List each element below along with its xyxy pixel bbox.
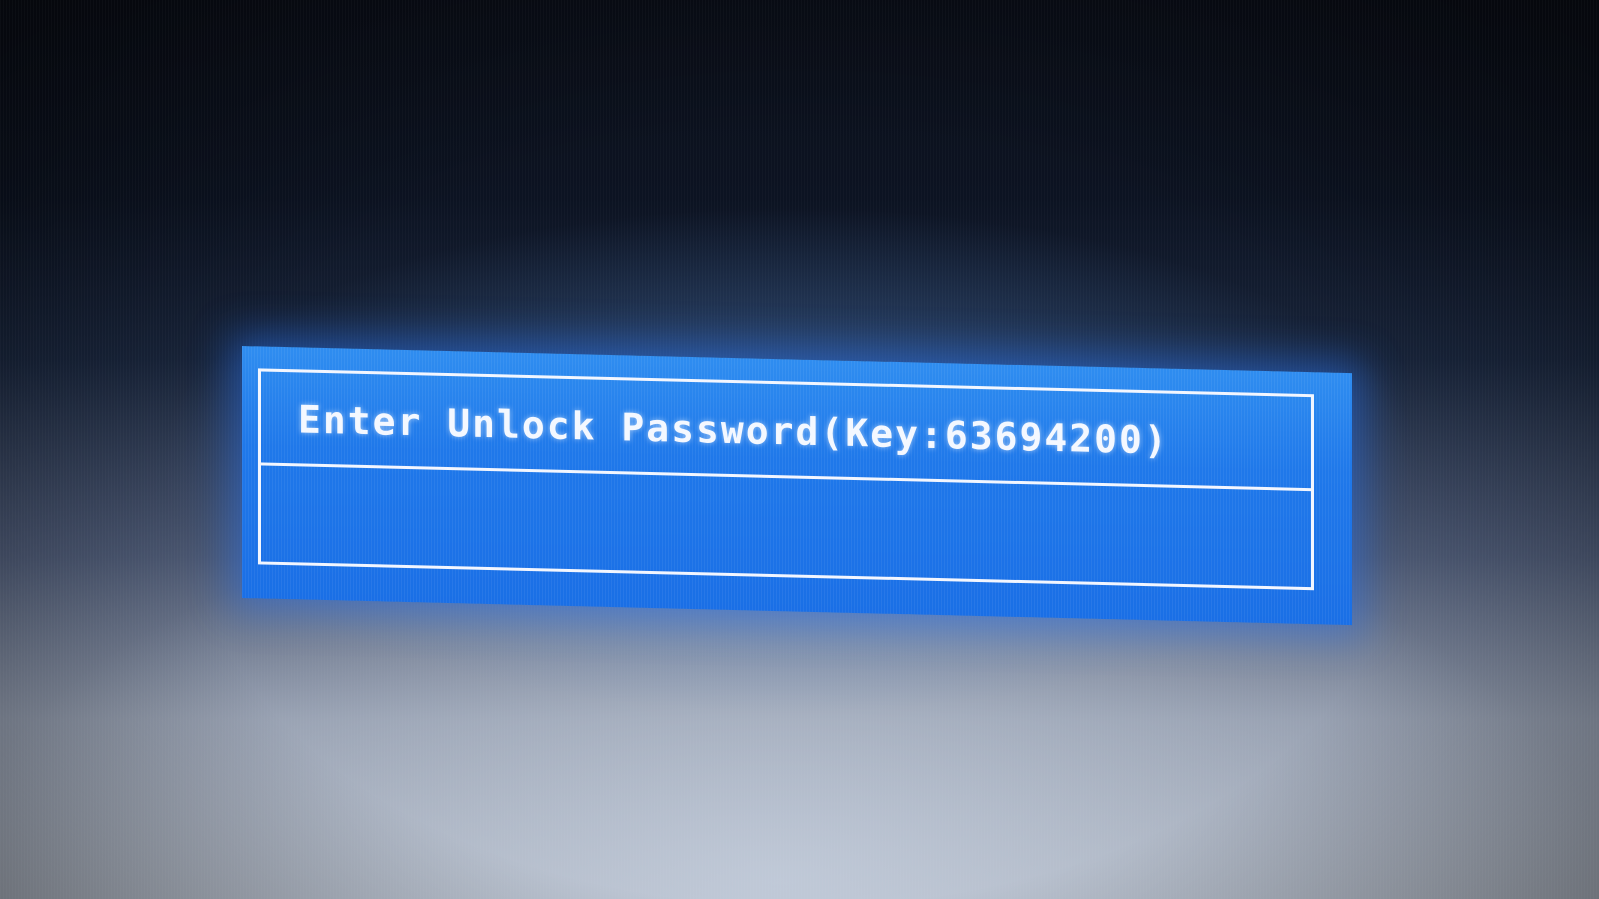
unlock-password-dialog: Enter Unlock Password(Key:63694200) (242, 346, 1352, 626)
